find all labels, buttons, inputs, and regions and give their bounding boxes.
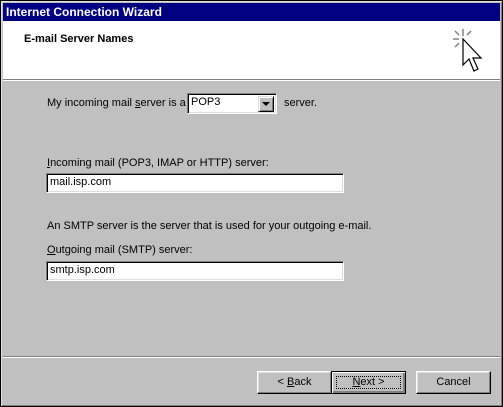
window-title: Internet Connection Wizard — [6, 5, 162, 19]
incoming-server-type-value: POP3 — [191, 96, 221, 108]
wizard-cursor-icon — [453, 29, 483, 72]
server-suffix-label: server. — [284, 97, 318, 109]
incoming-type-label: My incoming mail server is a — [47, 97, 186, 109]
incoming-server-input[interactable]: mail.isp.com — [46, 173, 344, 193]
outgoing-server-input[interactable]: smtp.isp.com — [46, 261, 344, 281]
wizard-header: E-mail Server Names — [3, 21, 500, 79]
back-button[interactable]: < Back — [257, 371, 332, 394]
incoming-server-label: Incoming mail (POP3, IMAP or HTTP) serve… — [47, 157, 269, 169]
outgoing-server-value: smtp.isp.com — [50, 264, 115, 276]
chevron-down-icon — [262, 102, 270, 106]
incoming-server-value: mail.isp.com — [50, 176, 112, 188]
smtp-info-text: An SMTP server is the server that is use… — [47, 220, 372, 232]
cancel-button[interactable]: Cancel — [416, 371, 491, 394]
wizard-window: Internet Connection Wizard E-mail Server… — [0, 0, 503, 407]
incoming-server-type-select[interactable]: POP3 — [187, 93, 277, 114]
title-bar[interactable]: Internet Connection Wizard — [3, 3, 500, 21]
outgoing-server-label: Outgoing mail (SMTP) server: — [47, 244, 193, 256]
next-button[interactable]: Next > — [331, 371, 406, 394]
page-title: E-mail Server Names — [24, 33, 134, 45]
dropdown-button[interactable] — [258, 96, 274, 112]
